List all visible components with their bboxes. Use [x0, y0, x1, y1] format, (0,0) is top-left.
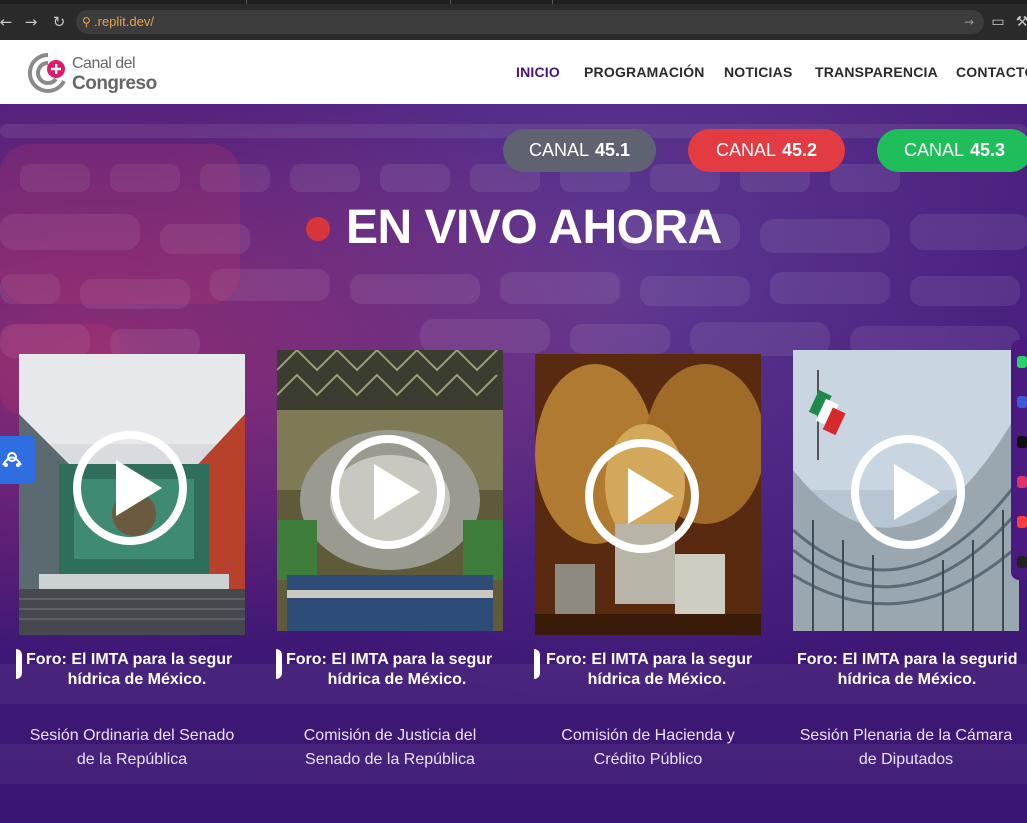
caption-line-2: de Diputados [858, 751, 954, 768]
nav-noticias[interactable]: NOTICIAS [724, 40, 793, 104]
channel-number: 45.2 [781, 140, 818, 160]
live-ticker: Foro: El IMTA para la segurid hídrica de… [792, 650, 1022, 690]
youtube-icon[interactable] [1017, 516, 1027, 528]
caption-line-2: de la República [76, 751, 188, 768]
monitor-icon[interactable]: ▭ [988, 12, 1008, 32]
caption-line-1: Sesión Ordinaria del Senado [29, 727, 235, 744]
video-card-hacienda[interactable] [535, 354, 761, 635]
play-icon[interactable] [850, 434, 966, 550]
live-ticker: Foro: El IMTA para la segur hídrica de M… [26, 650, 248, 690]
caption-line-1: Sesión Plenaria de la Cámara [799, 727, 1013, 744]
forward-icon[interactable]: → [21, 12, 41, 32]
back-icon[interactable]: ← [0, 12, 16, 32]
ticker-marker [276, 649, 282, 679]
video-thumbnail[interactable] [19, 354, 245, 635]
ticker-line-2: hídrica de México. [587, 671, 727, 688]
channel-label: CANAL [715, 140, 776, 160]
video-card-caption[interactable]: Comisión de Justicia del Senado de la Re… [270, 724, 510, 772]
caption-line-2: Crédito Público [593, 751, 703, 768]
live-ticker: Foro: El IMTA para la segur hídrica de M… [546, 650, 768, 690]
ticker-marker [16, 649, 22, 679]
x-icon[interactable] [1017, 436, 1027, 448]
play-icon[interactable] [330, 434, 446, 550]
live-title: EN VIVO AHORA [346, 201, 722, 254]
nav-programacion[interactable]: PROGRAMACIÓN [584, 40, 705, 104]
channel-label: CANAL [528, 140, 589, 160]
video-card-caption[interactable]: Sesión Ordinaria del Senado de la Repúbl… [12, 724, 252, 772]
channel-number: 45.3 [969, 140, 1006, 160]
social-links-rail [1011, 340, 1027, 580]
address-bar[interactable]: ⚲ .replit.dev/ → [76, 10, 984, 34]
ticker-line-2: hídrica de México. [837, 671, 977, 688]
ticker-line-1: Foro: El IMTA para la segur [26, 651, 233, 668]
video-card-caption[interactable]: Comisión de Hacienda y Crédito Público [528, 724, 768, 772]
channel-45-2-button[interactable]: CANAL 45.2 [688, 129, 845, 172]
live-indicator-dot [306, 217, 330, 241]
wrench-icon[interactable]: ⚒ [1012, 12, 1027, 32]
ticker-marker [534, 649, 540, 679]
site-header: Canal del Congreso INICIO PROGRAMACIÓN N… [0, 40, 1027, 104]
whatsapp-icon[interactable] [1017, 356, 1027, 368]
nav-inicio[interactable]: INICIO [516, 40, 560, 104]
live-hero: CANAL 45.1 CANAL 45.2 CANAL 45.3 EN VIVO AH… [0, 104, 1027, 823]
address-url: .replit.dev/ [94, 14, 154, 29]
browser-toolbar: ← → ↻ ⚲ .replit.dev/ → ▭ ⚒ [0, 4, 1027, 40]
video-card-caption[interactable]: Sesión Plenaria de la Cámara de Diputado… [786, 724, 1026, 772]
caption-line-1: Comisión de Hacienda y [561, 727, 735, 744]
channel-number: 45.1 [594, 140, 631, 160]
video-card-senado[interactable] [19, 354, 245, 635]
video-thumbnail[interactable] [793, 350, 1019, 631]
play-icon[interactable] [584, 438, 700, 554]
live-ticker: Foro: El IMTA para la segur hídrica de M… [286, 650, 508, 690]
reload-icon[interactable]: ↻ [49, 12, 69, 32]
nav-transparencia[interactable]: TRANSPARENCIA [815, 40, 938, 104]
ticker-line-1: Foro: El IMTA para la segurid [797, 651, 1018, 668]
accessibility-icon [2, 452, 22, 467]
site-logo[interactable]: Canal del Congreso [26, 51, 176, 95]
video-card-diputados[interactable] [793, 350, 1019, 631]
ticker-line-2: hídrica de México. [67, 671, 207, 688]
caption-line-1: Comisión de Justicia del [303, 727, 477, 744]
caption-line-2: Senado de la República [305, 751, 475, 768]
accessibility-button[interactable] [0, 436, 35, 484]
send-icon[interactable]: → [964, 14, 974, 30]
channel-label: CANAL [903, 140, 964, 160]
nav-contacto[interactable]: CONTACTO [956, 40, 1027, 104]
facebook-icon[interactable] [1017, 396, 1027, 408]
ticker-line-2: hídrica de México. [327, 671, 467, 688]
channel-45-1-button[interactable]: CANAL 45.1 [503, 129, 656, 172]
ticker-line-1: Foro: El IMTA para la segur [286, 651, 493, 668]
channel-45-3-button[interactable]: CANAL 45.3 [877, 129, 1027, 172]
video-card-justicia[interactable] [277, 350, 503, 631]
play-icon[interactable] [72, 430, 188, 546]
tiktok-icon[interactable] [1017, 556, 1027, 568]
video-thumbnail[interactable] [535, 354, 761, 635]
logo-line-1: Canal del [72, 55, 136, 72]
instagram-icon[interactable] [1017, 476, 1027, 488]
logo-mark-icon [27, 52, 66, 93]
video-thumbnail[interactable] [277, 350, 503, 631]
ticker-line-1: Foro: El IMTA para la segur [546, 651, 753, 668]
logo-line-2: Congreso [72, 73, 157, 94]
